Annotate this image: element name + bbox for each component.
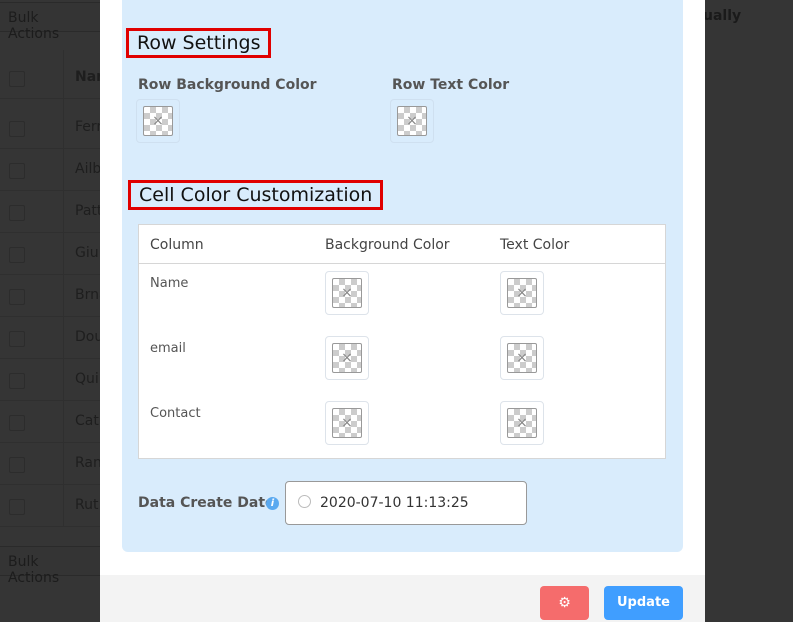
empty-color-icon: × <box>507 278 537 308</box>
empty-color-icon: × <box>143 106 173 136</box>
row-text-color-picker[interactable]: × <box>390 99 434 143</box>
row-name: Ran <box>75 455 102 471</box>
row-name: Qui <box>75 371 99 387</box>
row-checkbox[interactable] <box>9 205 25 221</box>
update-button[interactable]: Update <box>604 586 683 620</box>
row-name: Rut <box>75 497 99 513</box>
date-value: 2020-07-10 11:13:25 <box>320 495 469 511</box>
row-checkbox[interactable] <box>9 373 25 389</box>
table-header-row: Nar <box>0 57 104 99</box>
header-background-color: Background Color <box>325 237 450 253</box>
table-row: Qui <box>0 359 100 401</box>
table-row: Rut <box>0 485 100 527</box>
table-row: Patt <box>0 191 103 233</box>
info-icon[interactable]: i <box>266 497 279 510</box>
name-text-color-picker[interactable]: × <box>500 271 544 315</box>
cell-color-table: Column Background Color Text Color Name … <box>138 224 666 459</box>
header-text-color: Text Color <box>500 237 570 253</box>
empty-color-icon: × <box>507 408 537 438</box>
cell-color-title: Cell Color Customization <box>128 180 384 210</box>
delete-button[interactable]: ⚙ <box>540 586 589 620</box>
settings-panel: Row Settings Row Background Color Row Te… <box>122 0 683 552</box>
empty-color-icon: × <box>332 408 362 438</box>
row-name: Dou <box>75 329 104 345</box>
table-row: Giul <box>0 233 103 275</box>
cell-row-name: Name <box>150 276 189 291</box>
contact-text-color-picker[interactable]: × <box>500 401 544 445</box>
row-bg-color-picker[interactable]: × <box>136 99 180 143</box>
contact-bg-color-picker[interactable]: × <box>325 401 369 445</box>
row-checkbox[interactable] <box>9 163 25 179</box>
data-create-date-label: Data Create Date <box>138 495 275 511</box>
bulk-actions-bottom[interactable]: Bulk Actions <box>0 546 100 586</box>
header-partial: ually <box>703 8 742 24</box>
cell-row-contact: Contact <box>150 406 201 421</box>
table-row: Ailb <box>0 149 102 191</box>
bulk-actions-top[interactable]: Bulk Actions <box>0 2 100 42</box>
table-row: Brna <box>0 275 108 317</box>
row-checkbox[interactable] <box>9 289 25 305</box>
table-row: Cati <box>0 401 103 443</box>
row-name: Giul <box>75 245 103 261</box>
email-text-color-picker[interactable]: × <box>500 336 544 380</box>
row-name: Patt <box>75 203 103 219</box>
gear-icon: ⚙ <box>558 595 571 611</box>
row-checkbox[interactable] <box>9 247 25 263</box>
select-all-checkbox[interactable] <box>9 71 25 87</box>
row-bg-color-label: Row Background Color <box>138 77 317 93</box>
empty-color-icon: × <box>397 106 427 136</box>
row-checkbox[interactable] <box>9 331 25 347</box>
row-settings-title: Row Settings <box>126 28 272 58</box>
header-divider <box>139 263 665 264</box>
column-header-name: Nar <box>75 69 104 85</box>
empty-color-icon: × <box>332 278 362 308</box>
header-column: Column <box>150 237 204 253</box>
cell-row-email: email <box>150 341 186 356</box>
table-row: Dou <box>0 317 104 359</box>
row-checkbox[interactable] <box>9 121 25 137</box>
row-checkbox[interactable] <box>9 499 25 515</box>
email-bg-color-picker[interactable]: × <box>325 336 369 380</box>
empty-color-icon: × <box>332 343 362 373</box>
row-name: Cati <box>75 413 103 429</box>
empty-color-icon: × <box>507 343 537 373</box>
row-checkbox[interactable] <box>9 415 25 431</box>
row-name: Ailb <box>75 161 102 177</box>
row-name: Ferr <box>75 119 103 135</box>
row-text-color-label: Row Text Color <box>392 77 510 93</box>
row-checkbox[interactable] <box>9 457 25 473</box>
data-create-date-input[interactable]: 2020-07-10 11:13:25 <box>285 481 527 525</box>
row-settings-modal: Row Settings Row Background Color Row Te… <box>100 0 705 622</box>
table-row: Ran <box>0 443 102 485</box>
table-row: Ferr <box>0 107 103 149</box>
name-bg-color-picker[interactable]: × <box>325 271 369 315</box>
clock-icon <box>298 495 311 508</box>
